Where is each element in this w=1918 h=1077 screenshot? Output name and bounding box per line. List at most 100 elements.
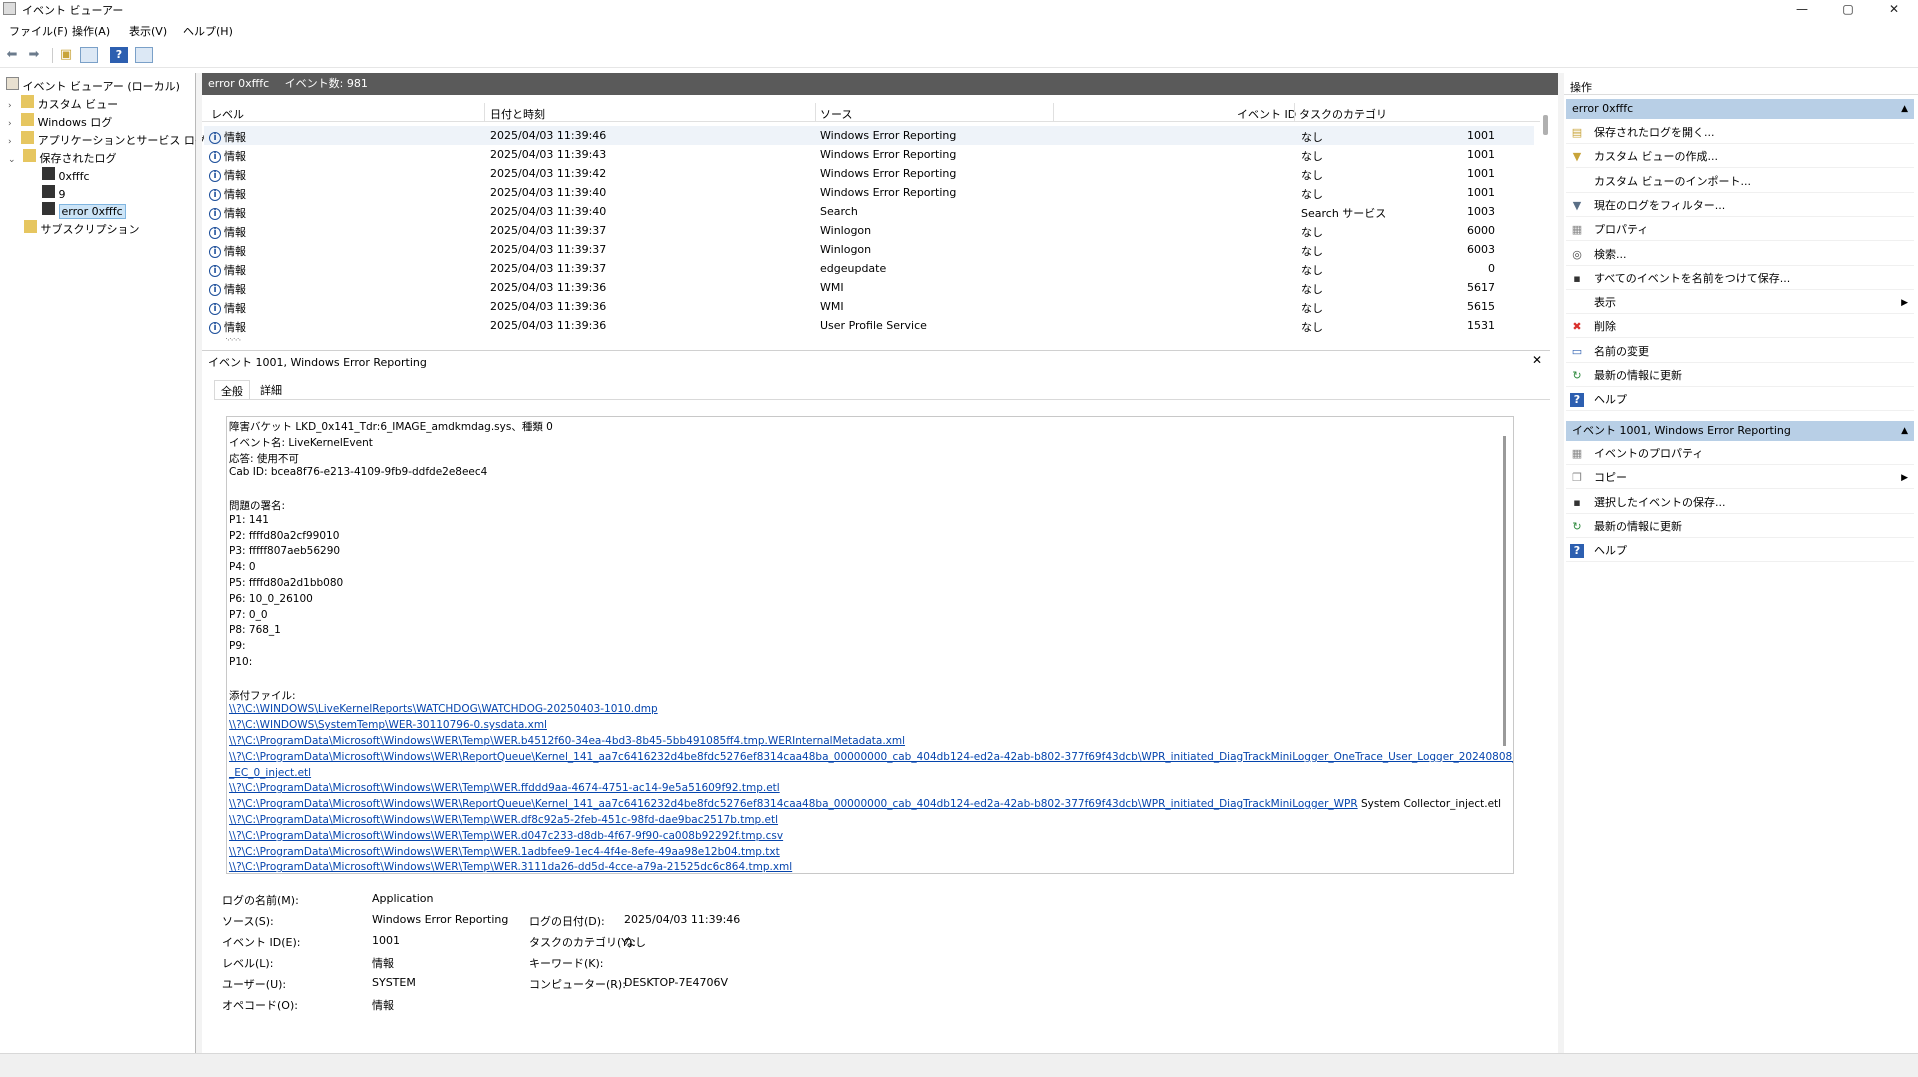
forward-arrow-icon[interactable]: ➡ bbox=[25, 47, 43, 63]
menu-view[interactable]: 表示(V) bbox=[129, 23, 167, 39]
action-label: コピー bbox=[1594, 471, 1627, 485]
description-line: 添付ファイル: bbox=[229, 689, 296, 702]
tree-item-saved-0xfffc[interactable]: 0xfffc bbox=[42, 167, 90, 183]
action-item[interactable]: ▭ 名前の変更 bbox=[1566, 341, 1914, 363]
action-item[interactable]: ❐ コピー ▶ bbox=[1566, 467, 1914, 490]
tree-label-windows-logs: Windows ログ bbox=[37, 116, 113, 129]
table-row[interactable]: i 情報 2025/04/03 11:39:42 Windows Error Repo… bbox=[204, 164, 1534, 183]
show-hide-tree-icon[interactable] bbox=[80, 47, 98, 63]
column-task-category[interactable]: タスクのカテゴリ bbox=[1299, 106, 1387, 122]
actions-section-log[interactable]: error 0xfffc ▲ bbox=[1566, 99, 1914, 119]
attachment-link[interactable]: \\?\C:\WINDOWS\SystemTemp\WER-30110796-0… bbox=[229, 719, 547, 731]
attachment-link[interactable]: \\?\C:\ProgramData\Microsoft\Windows\WER… bbox=[229, 830, 783, 842]
action-item[interactable]: ✖ 削除 bbox=[1566, 316, 1914, 339]
attachment-line: \\?\C:\ProgramData\Microsoft\Windows\WER… bbox=[229, 798, 1501, 810]
tree-root[interactable]: イベント ビューアー (ローカル) bbox=[6, 77, 180, 94]
table-row[interactable]: i 情報 2025/04/03 11:39:36 WMI 5615 なし bbox=[204, 297, 1534, 316]
attachment-link[interactable]: \\?\C:\ProgramData\Microsoft\Windows\WER… bbox=[229, 751, 1513, 763]
folder-icon bbox=[21, 95, 35, 108]
attachment-link[interactable]: \\?\C:\ProgramData\Microsoft\Windows\WER… bbox=[229, 782, 780, 794]
table-row[interactable]: i 情報 2025/04/03 11:39:36 WMI 5617 なし bbox=[204, 278, 1534, 297]
value-opcode: 情報 bbox=[372, 999, 394, 1012]
tree-item-saved-9[interactable]: 9 bbox=[42, 185, 66, 201]
action-item[interactable]: ◎ 検索... bbox=[1566, 244, 1914, 266]
event-id-cell: 1001 bbox=[1467, 129, 1495, 142]
show-hide-action-pane-icon[interactable] bbox=[135, 47, 153, 63]
chevron-down-icon[interactable]: ⌄ bbox=[8, 155, 16, 165]
description-scrollbar[interactable] bbox=[1503, 436, 1506, 746]
tree-item-saved-error-0xfffc[interactable]: error 0xfffc bbox=[42, 202, 126, 219]
up-folder-icon[interactable]: ▣ bbox=[57, 47, 75, 63]
attachment-link[interactable]: \\?\C:\ProgramData\Microsoft\Windows\WER… bbox=[229, 846, 780, 858]
tree-label-custom-views: カスタム ビュー bbox=[37, 98, 119, 111]
action-item[interactable]: ▦ イベントのプロパティ bbox=[1566, 443, 1914, 465]
collapse-caret-icon[interactable]: ▲ bbox=[1901, 99, 1908, 119]
minimize-button[interactable]: — bbox=[1779, 0, 1825, 18]
source-cell: Winlogon bbox=[820, 243, 872, 256]
chevron-right-icon[interactable]: › bbox=[8, 137, 12, 147]
attachment-link[interactable]: \\?\C:\ProgramData\Microsoft\Windows\WER… bbox=[229, 814, 778, 826]
column-divider[interactable] bbox=[815, 103, 816, 121]
table-row[interactable]: i 情報 2025/04/03 11:39:37 edgeupdate 0 なし bbox=[204, 259, 1534, 278]
attachment-link[interactable]: \\?\C:\ProgramData\Microsoft\Windows\WER… bbox=[229, 798, 1358, 810]
table-row[interactable]: i 情報 2025/04/03 11:39:37 Winlogon 6000 なし bbox=[204, 221, 1534, 240]
column-source[interactable]: ソース bbox=[820, 106, 852, 122]
attachment-link[interactable]: \\?\C:\WINDOWS\LiveKernelReports\WATCHDO… bbox=[229, 703, 658, 715]
menu-action[interactable]: 操作(A) bbox=[72, 23, 110, 39]
action-item[interactable]: ▪ 選択したイベントの保存... bbox=[1566, 492, 1914, 514]
tab-details[interactable]: 詳細 bbox=[254, 380, 288, 399]
attachment-link[interactable]: \\?\C:\ProgramData\Microsoft\Windows\WER… bbox=[229, 861, 792, 873]
table-row[interactable]: i 情報 2025/04/03 11:39:37 Winlogon 6003 なし bbox=[204, 240, 1534, 259]
tree-item-subscriptions[interactable]: サブスクリプション bbox=[24, 220, 140, 237]
back-arrow-icon[interactable]: ⬅ bbox=[3, 47, 21, 63]
chevron-right-icon[interactable]: › bbox=[8, 119, 12, 129]
table-row[interactable]: i 情報 2025/04/03 11:39:40 Windows Error Repo… bbox=[204, 183, 1534, 202]
left-splitter[interactable] bbox=[196, 73, 202, 1053]
chevron-right-icon[interactable]: › bbox=[8, 101, 12, 111]
action-item[interactable]: ? ヘルプ bbox=[1566, 389, 1914, 412]
attachment-link[interactable]: _EC_0_inject.etl bbox=[229, 767, 311, 779]
task-category-cell: なし bbox=[1301, 131, 1323, 144]
collapse-caret-icon[interactable]: ▲ bbox=[1901, 421, 1908, 441]
menu-file[interactable]: ファイル(F) bbox=[9, 23, 68, 39]
date-cell: 2025/04/03 11:39:43 bbox=[490, 148, 607, 161]
attachment-link[interactable]: \\?\C:\ProgramData\Microsoft\Windows\WER… bbox=[229, 735, 905, 747]
action-item[interactable]: ? ヘルプ bbox=[1566, 540, 1914, 563]
column-divider[interactable] bbox=[1294, 103, 1295, 121]
action-item[interactable]: ↻ 最新の情報に更新 bbox=[1566, 516, 1914, 538]
close-window-button[interactable]: ✕ bbox=[1871, 0, 1917, 18]
action-item[interactable]: ▪ すべてのイベントを名前をつけて保存... bbox=[1566, 268, 1914, 290]
action-item[interactable]: ↻ 最新の情報に更新 bbox=[1566, 365, 1914, 387]
refresh-icon: ↻ bbox=[1572, 369, 1582, 382]
column-event-id[interactable]: イベント ID bbox=[1237, 106, 1296, 122]
column-divider[interactable] bbox=[1053, 103, 1054, 121]
help-icon[interactable]: ? bbox=[110, 47, 128, 63]
column-date[interactable]: 日付と時刻 bbox=[490, 106, 545, 122]
tab-general[interactable]: 全般 bbox=[214, 380, 250, 399]
action-item[interactable]: ▦ プロパティ bbox=[1566, 219, 1914, 242]
table-row[interactable]: i 情報 2025/04/03 11:39:36 User Profile Servi… bbox=[204, 316, 1534, 335]
task-category-cell: なし bbox=[1301, 150, 1323, 163]
close-detail-icon[interactable]: ✕ bbox=[1532, 353, 1542, 367]
column-divider[interactable] bbox=[484, 103, 485, 121]
table-row[interactable]: i 情報 2025/04/03 11:39:40 Search 1003 Search サ… bbox=[204, 202, 1534, 221]
event-list-scrollbar[interactable] bbox=[1543, 115, 1548, 135]
maximize-button[interactable]: ▢ bbox=[1825, 0, 1871, 18]
tree-item-app-service-logs[interactable]: › アプリケーションとサービス ログ bbox=[8, 131, 206, 148]
action-item[interactable]: カスタム ビューのインポート... bbox=[1566, 171, 1914, 193]
tree-item-saved-logs[interactable]: ⌄ 保存されたログ bbox=[8, 149, 117, 166]
action-item[interactable]: ▤ 保存されたログを開く... bbox=[1566, 122, 1914, 144]
action-item[interactable]: 表示 ▶ bbox=[1566, 292, 1914, 315]
action-item[interactable]: ▼ 現在のログをフィルター... bbox=[1566, 195, 1914, 217]
menu-help[interactable]: ヘルプ(H) bbox=[183, 23, 233, 39]
tree-item-custom-views[interactable]: › カスタム ビュー bbox=[8, 95, 118, 112]
table-row[interactable]: i 情報 2025/04/03 11:39:46 Windows Error Repo… bbox=[204, 126, 1534, 145]
event-description-box[interactable]: 障害バケット LKD_0x141_Tdr:6_IMAGE_amdkmdag.sy… bbox=[226, 416, 1514, 874]
tree-item-windows-logs[interactable]: › Windows ログ bbox=[8, 113, 112, 130]
table-row[interactable]: i 情報 2025/04/03 11:39:43 Windows Error Repo… bbox=[204, 145, 1534, 164]
actions-section-event[interactable]: イベント 1001, Windows Error Reporting ▲ bbox=[1566, 421, 1914, 441]
action-item[interactable]: ▼ カスタム ビューの作成... bbox=[1566, 146, 1914, 169]
toolbar-separator bbox=[52, 48, 53, 63]
task-category-cell: なし bbox=[1301, 283, 1323, 296]
column-level[interactable]: レベル bbox=[211, 106, 244, 122]
